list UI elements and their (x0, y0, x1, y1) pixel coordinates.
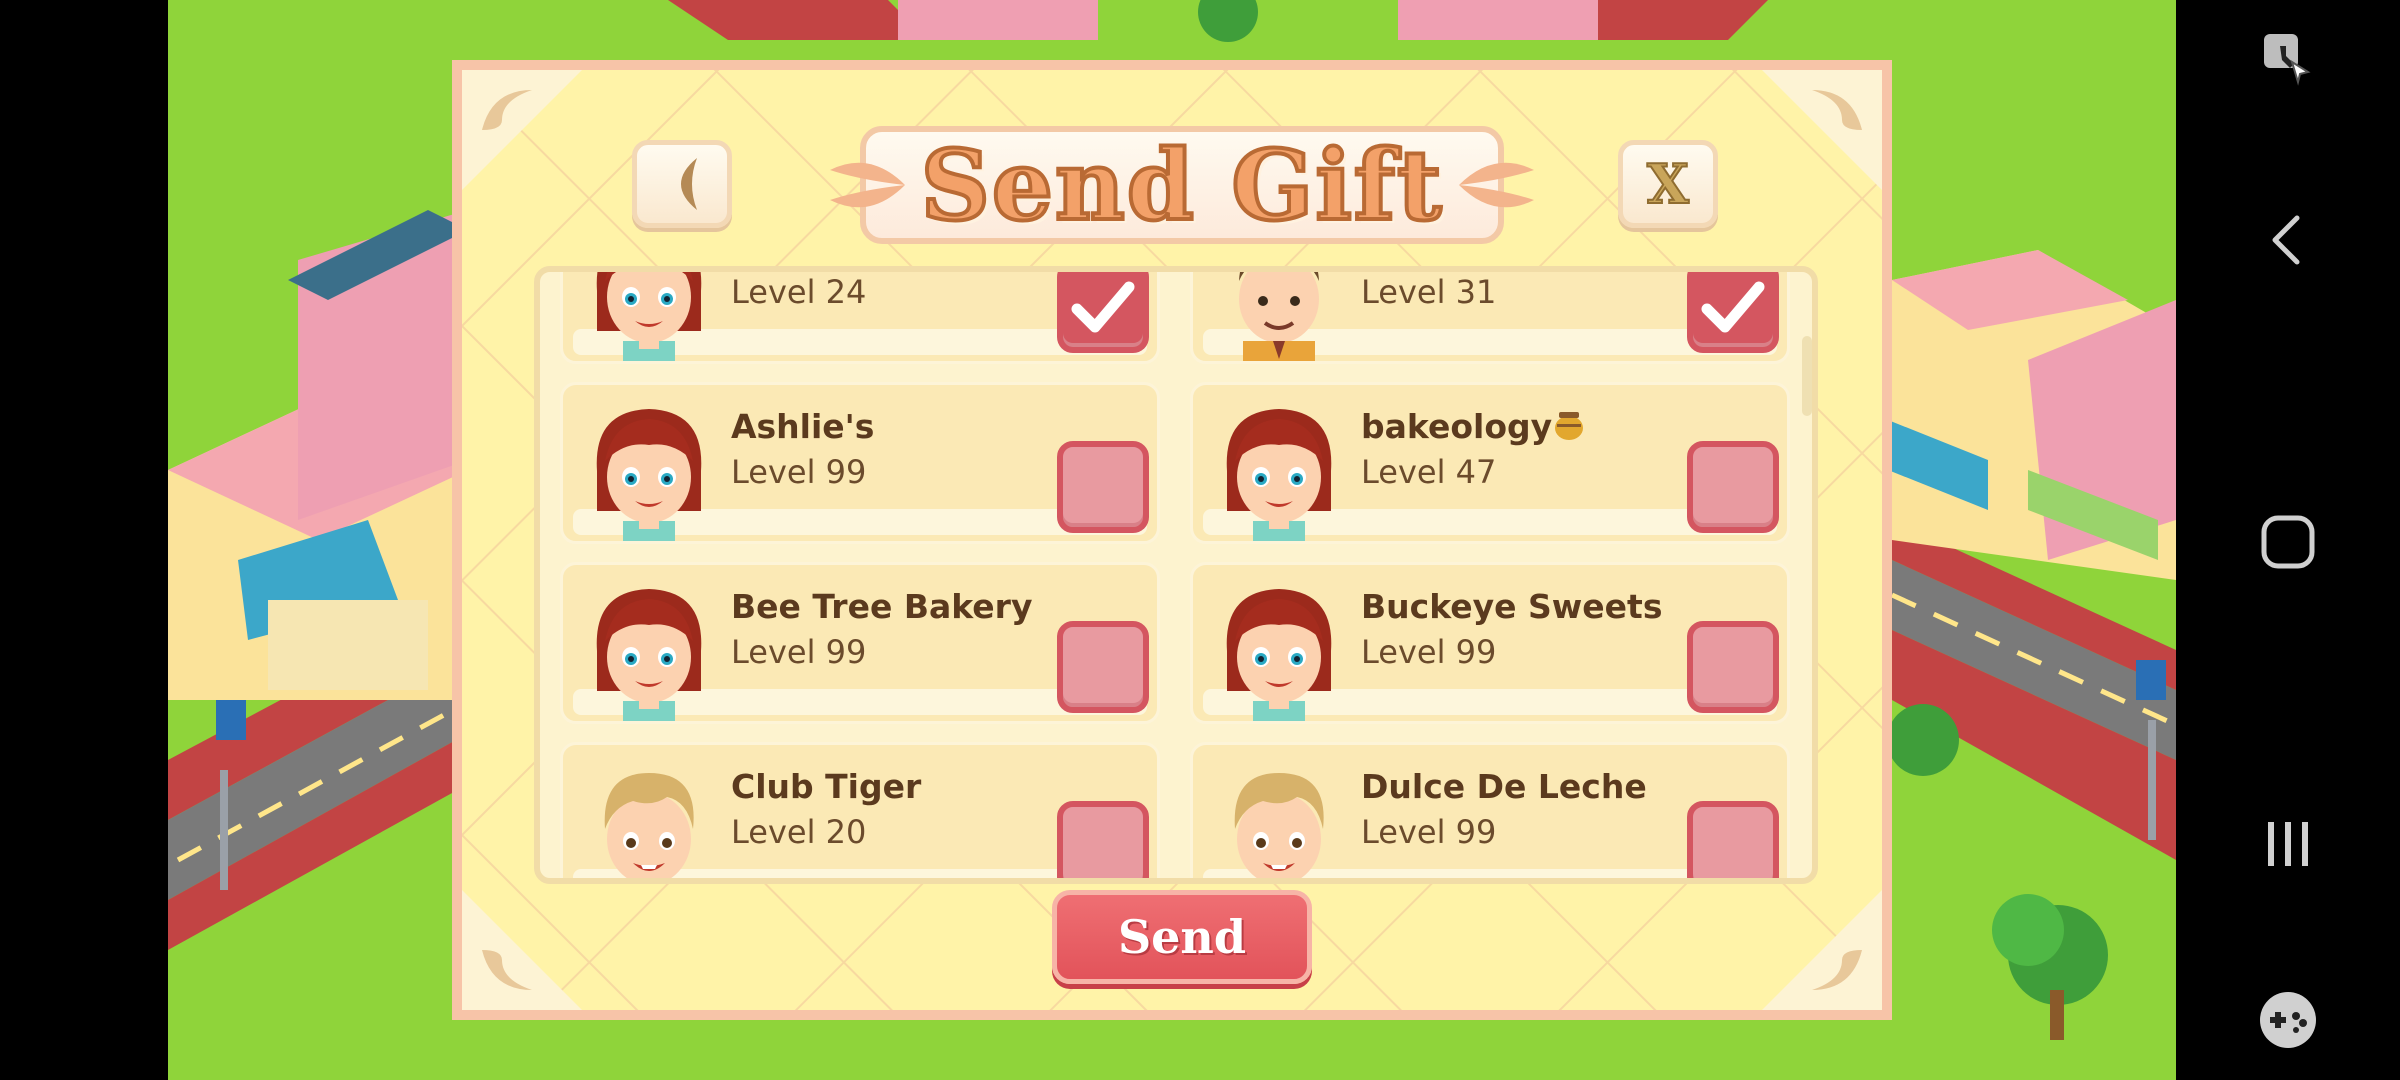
corner-ornament (462, 70, 582, 190)
friend-checkbox[interactable] (1057, 272, 1149, 353)
girl-avatar (1226, 589, 1332, 721)
friend-name: bakeology (1361, 407, 1586, 446)
close-button[interactable]: X (1618, 140, 1718, 228)
corner-ornament (462, 890, 582, 1010)
friend-level: Level 20 (731, 813, 867, 851)
friend-card[interactable]: Level 24 (560, 272, 1160, 364)
friend-level: Level 31 (1361, 273, 1497, 311)
corner-ornament (1762, 890, 1882, 1010)
friend-checkbox[interactable] (1057, 621, 1149, 713)
girl-avatar (1226, 409, 1332, 541)
corner-ornament (1762, 70, 1882, 190)
friend-card[interactable]: Dulce De Leche Level 99 (1190, 742, 1790, 878)
friend-card[interactable]: Buckeye Sweets Level 99 (1190, 562, 1790, 724)
close-icon: X (1646, 151, 1690, 217)
girl-avatar (596, 272, 702, 361)
friend-name-text: bakeology (1361, 407, 1553, 446)
checkmark-icon (1071, 281, 1135, 333)
dialog-title: Send Gift (919, 127, 1444, 244)
friend-card[interactable]: Bee Tree Bakery Level 99 (560, 562, 1160, 724)
friend-checkbox[interactable] (1687, 801, 1779, 878)
checkmark-icon (1701, 281, 1765, 333)
dialog-title-plaque: Send Gift (820, 110, 1544, 260)
game-tools-icon[interactable] (2252, 984, 2324, 1056)
screen-pin-icon[interactable] (2252, 20, 2324, 92)
send-button[interactable]: Send (1052, 890, 1312, 984)
leaf-ornament-icon (830, 162, 905, 208)
honey-pot-icon (1555, 412, 1584, 440)
friend-level: Level 24 (731, 273, 867, 311)
friend-name: Buckeye Sweets (1361, 587, 1663, 626)
send-gift-dialog: Send Gift X Level 24 Level 31 Ashlie's L… (452, 60, 1892, 1020)
friend-checkbox[interactable] (1057, 801, 1149, 878)
leaf-ornament-icon (1459, 162, 1534, 208)
friend-level: Level 99 (1361, 633, 1497, 671)
friend-list[interactable]: Level 24 Level 31 Ashlie's Level 99 bake… (534, 266, 1818, 884)
friend-checkbox[interactable] (1687, 272, 1779, 353)
friend-level: Level 47 (1361, 453, 1497, 491)
friend-name: Dulce De Leche (1361, 767, 1647, 806)
boy-avatar (604, 773, 694, 878)
friend-card[interactable]: bakeology Level 47 (1190, 382, 1790, 544)
friend-card[interactable]: Level 31 (1190, 272, 1790, 364)
friend-level: Level 99 (1361, 813, 1497, 851)
friend-card[interactable]: Club Tiger Level 20 (560, 742, 1160, 878)
man-avatar (1237, 272, 1321, 361)
friend-level: Level 99 (731, 453, 867, 491)
back-arrow-icon (681, 158, 697, 210)
boy-avatar (1234, 773, 1324, 878)
friend-name: Bee Tree Bakery (731, 587, 1033, 626)
friend-checkbox[interactable] (1687, 441, 1779, 533)
back-button[interactable] (632, 140, 732, 228)
recents-icon[interactable] (2252, 808, 2324, 880)
girl-avatar (596, 589, 702, 721)
friend-card[interactable]: Ashlie's Level 99 (560, 382, 1160, 544)
back-icon[interactable] (2252, 204, 2324, 276)
girl-avatar (596, 409, 702, 541)
list-scrollbar[interactable] (1802, 336, 1812, 416)
send-button-label: Send (1117, 910, 1247, 964)
friend-checkbox[interactable] (1687, 621, 1779, 713)
friend-name: Club Tiger (731, 767, 922, 806)
friend-level: Level 99 (731, 633, 867, 671)
friend-checkbox[interactable] (1057, 441, 1149, 533)
friend-name: Ashlie's (731, 407, 875, 446)
home-icon[interactable] (2252, 506, 2324, 578)
